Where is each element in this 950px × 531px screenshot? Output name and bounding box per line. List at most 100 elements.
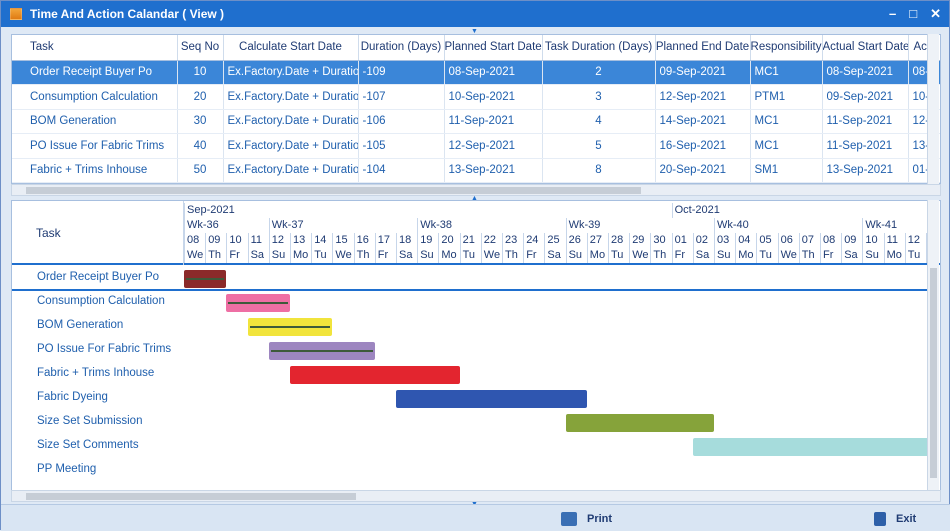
column-header-8[interactable]: Actual Start Date bbox=[822, 35, 909, 61]
gantt-vertical-scrollbar[interactable] bbox=[927, 200, 939, 490]
column-header-6[interactable]: Planned End Date bbox=[655, 35, 751, 61]
exit-button[interactable]: Exit bbox=[874, 509, 916, 529]
date-label: 24 bbox=[523, 233, 544, 248]
gantt-row[interactable]: BOM Generation bbox=[12, 315, 932, 339]
table-row[interactable]: Fabric + Trims Inhouse 50 Ex.Factory.Date … bbox=[12, 158, 940, 183]
cell-task[interactable]: BOM Generation bbox=[12, 109, 178, 134]
cell-seq[interactable]: 10 bbox=[177, 60, 224, 85]
window-title: Time And Action Calandar ( View ) bbox=[30, 7, 225, 21]
cell-pstart[interactable]: 10-Sep-2021 bbox=[444, 84, 543, 110]
gantt-hscroll-thumb[interactable] bbox=[26, 493, 356, 500]
cell-dur[interactable]: -107 bbox=[358, 84, 445, 110]
gantt-row[interactable]: Size Set Comments bbox=[12, 435, 932, 459]
cell-tdur[interactable]: 2 bbox=[542, 60, 656, 85]
cell-resp[interactable]: MC1 bbox=[750, 133, 823, 159]
cell-dur[interactable]: -106 bbox=[358, 109, 445, 134]
weekday-label: Fr bbox=[820, 248, 841, 263]
cell-astart[interactable]: 09-Sep-2021 bbox=[822, 84, 909, 110]
maximize-button[interactable]: □ bbox=[909, 6, 917, 22]
cell-task[interactable]: Consumption Calculation bbox=[12, 84, 178, 110]
gantt-bar[interactable] bbox=[268, 342, 375, 360]
cell-seq[interactable]: 50 bbox=[177, 158, 224, 183]
close-button[interactable]: ✕ bbox=[930, 6, 941, 22]
date-label: 18 bbox=[396, 233, 417, 248]
cell-astart[interactable]: 11-Sep-2021 bbox=[822, 109, 909, 134]
cell-seq[interactable]: 30 bbox=[177, 109, 224, 134]
gantt-row[interactable]: PP Meeting bbox=[12, 459, 932, 483]
column-header-5[interactable]: Task Duration (Days) bbox=[542, 35, 656, 61]
cell-astart[interactable]: 11-Sep-2021 bbox=[822, 133, 909, 159]
grid-scroll-thumb[interactable] bbox=[26, 187, 641, 194]
gantt-row[interactable]: Consumption Calculation bbox=[12, 291, 932, 315]
date-label: 09 bbox=[841, 233, 862, 248]
column-header-7[interactable]: Responsibility bbox=[750, 35, 823, 61]
table-row[interactable]: Order Receipt Buyer Po 10 Ex.Factory.Date … bbox=[12, 60, 940, 85]
gantt-task-label: Consumption Calculation bbox=[37, 295, 165, 307]
cell-pend[interactable]: 16-Sep-2021 bbox=[655, 133, 751, 159]
cell-dur[interactable]: -109 bbox=[358, 60, 445, 85]
cell-astart[interactable]: 13-Sep-2021 bbox=[822, 158, 909, 183]
table-row[interactable]: Consumption Calculation 20 Ex.Factory.Date… bbox=[12, 84, 940, 110]
actual-progress-line bbox=[270, 350, 373, 352]
date-label: 03 bbox=[714, 233, 735, 248]
cell-tdur[interactable]: 3 bbox=[542, 84, 656, 110]
cell-calc[interactable]: Ex.Factory.Date + Duration bbox=[223, 84, 359, 110]
table-row[interactable]: PO Issue For Fabric Trims 40 Ex.Factory.Da… bbox=[12, 133, 940, 159]
gantt-row[interactable]: Order Receipt Buyer Po bbox=[12, 267, 932, 291]
cell-resp[interactable]: MC1 bbox=[750, 109, 823, 134]
weekday-label: We bbox=[332, 248, 353, 263]
cell-resp[interactable]: MC1 bbox=[750, 60, 823, 85]
cell-calc[interactable]: Ex.Factory.Date + Duration bbox=[223, 109, 359, 134]
date-label: 28 bbox=[608, 233, 629, 248]
cell-calc[interactable]: Ex.Factory.Date + Duration bbox=[223, 60, 359, 85]
cell-resp[interactable]: PTM1 bbox=[750, 84, 823, 110]
cell-dur[interactable]: -104 bbox=[358, 158, 445, 183]
cell-seq[interactable]: 20 bbox=[177, 84, 224, 110]
gantt-bar[interactable] bbox=[396, 390, 587, 408]
gantt-bar[interactable] bbox=[226, 294, 290, 312]
cell-pend[interactable]: 09-Sep-2021 bbox=[655, 60, 751, 85]
date-label: 06 bbox=[777, 233, 799, 248]
column-header-1[interactable]: Seq No bbox=[177, 35, 224, 61]
cell-tdur[interactable]: 4 bbox=[542, 109, 656, 134]
cell-pstart[interactable]: 12-Sep-2021 bbox=[444, 133, 543, 159]
cell-tdur[interactable]: 5 bbox=[542, 133, 656, 159]
cell-pstart[interactable]: 13-Sep-2021 bbox=[444, 158, 543, 183]
gantt-row[interactable]: Fabric Dyeing bbox=[12, 387, 932, 411]
cell-task[interactable]: PO Issue For Fabric Trims bbox=[12, 133, 178, 159]
grid-vertical-scrollbar[interactable] bbox=[927, 34, 939, 184]
gantt-bar[interactable] bbox=[565, 414, 714, 432]
column-header-0[interactable]: Task bbox=[12, 35, 178, 61]
gantt-row[interactable]: PO Issue For Fabric Trims bbox=[12, 339, 932, 363]
gantt-row[interactable]: Fabric + Trims Inhouse bbox=[12, 363, 932, 387]
cell-pstart[interactable]: 11-Sep-2021 bbox=[444, 109, 543, 134]
column-header-2[interactable]: Calculate Start Date bbox=[223, 35, 359, 61]
cell-pend[interactable]: 20-Sep-2021 bbox=[655, 158, 751, 183]
cell-tdur[interactable]: 8 bbox=[542, 158, 656, 183]
cell-task[interactable]: Fabric + Trims Inhouse bbox=[12, 158, 178, 183]
gantt-bar[interactable] bbox=[184, 270, 227, 288]
column-header-4[interactable]: Planned Start Date bbox=[444, 35, 543, 61]
gantt-bar[interactable] bbox=[247, 318, 333, 336]
cell-task[interactable]: Order Receipt Buyer Po bbox=[12, 60, 178, 85]
cell-dur[interactable]: -105 bbox=[358, 133, 445, 159]
gantt-row[interactable]: Size Set Submission bbox=[12, 411, 932, 435]
gantt-task-label: Fabric Dyeing bbox=[37, 391, 108, 403]
cell-pstart[interactable]: 08-Sep-2021 bbox=[444, 60, 543, 85]
print-button[interactable]: Print bbox=[561, 509, 612, 529]
cell-astart[interactable]: 08-Sep-2021 bbox=[822, 60, 909, 85]
splitter-top-icon[interactable]: ▼ bbox=[471, 28, 481, 35]
column-header-3[interactable]: Duration (Days) bbox=[358, 35, 445, 61]
gantt-bar[interactable] bbox=[290, 366, 460, 384]
gantt-scroll-thumb[interactable] bbox=[930, 268, 937, 478]
date-label: 02 bbox=[692, 233, 714, 248]
minimize-button[interactable]: – bbox=[889, 6, 896, 22]
cell-pend[interactable]: 14-Sep-2021 bbox=[655, 109, 751, 134]
cell-seq[interactable]: 40 bbox=[177, 133, 224, 159]
cell-pend[interactable]: 12-Sep-2021 bbox=[655, 84, 751, 110]
cell-resp[interactable]: SM1 bbox=[750, 158, 823, 183]
cell-calc[interactable]: Ex.Factory.Date + Duration bbox=[223, 133, 359, 159]
cell-calc[interactable]: Ex.Factory.Date + Duration bbox=[223, 158, 359, 183]
gantt-bar[interactable] bbox=[692, 438, 932, 456]
table-row[interactable]: BOM Generation 30 Ex.Factory.Date + Durati… bbox=[12, 109, 940, 134]
